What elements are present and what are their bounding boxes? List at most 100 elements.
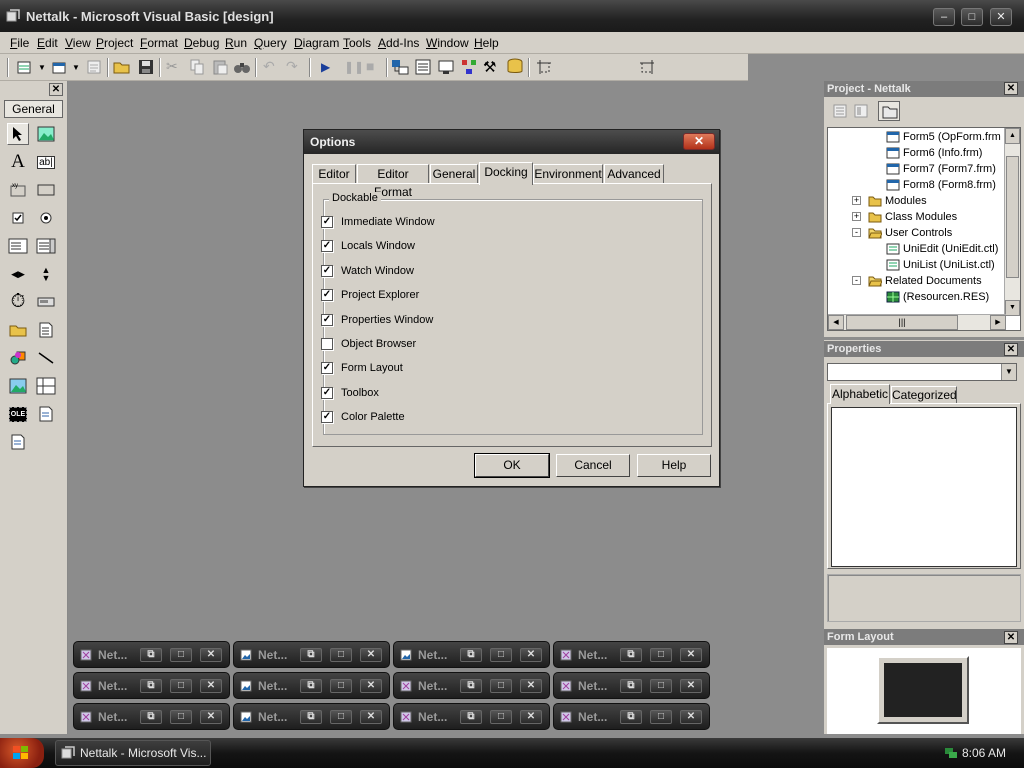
tree-node[interactable]: Form7 (Form7.frm) xyxy=(886,161,996,177)
close-button[interactable]: ✕ xyxy=(520,710,542,724)
maximize-button[interactable]: □ xyxy=(490,710,512,724)
commandbutton-icon[interactable] xyxy=(35,179,57,201)
restore-button[interactable]: ⧉ xyxy=(140,679,162,693)
paste-icon[interactable] xyxy=(211,58,229,76)
minimized-window[interactable]: Net... ⧉ □ ✕ xyxy=(73,703,230,730)
object-browser-icon[interactable] xyxy=(460,58,478,76)
restore-button[interactable]: ⧉ xyxy=(460,679,482,693)
close-button[interactable]: ✕ xyxy=(520,679,542,693)
maximize-button[interactable]: □ xyxy=(650,679,672,693)
restore-button[interactable]: ⧉ xyxy=(140,710,162,724)
timer-icon[interactable]: ⏱ xyxy=(7,291,29,313)
data-view-icon[interactable] xyxy=(506,58,524,76)
properties-window-icon[interactable] xyxy=(414,58,432,76)
vscrollbar-icon[interactable]: ▲ ▼ xyxy=(35,263,57,285)
combobox-icon[interactable] xyxy=(7,235,29,257)
close-button[interactable]: ✕ xyxy=(200,679,222,693)
menu-file[interactable]: File xyxy=(10,36,29,50)
restore-button[interactable]: ⧉ xyxy=(300,648,322,662)
tree-node[interactable]: Related Documents xyxy=(868,273,982,289)
shape-icon[interactable] xyxy=(7,347,29,369)
textbox-icon[interactable]: ab| xyxy=(35,151,57,173)
break-icon[interactable]: ❚❚ xyxy=(344,60,364,78)
tree-expander[interactable]: - xyxy=(852,228,861,237)
form-layout-panel-close-button[interactable]: ✕ xyxy=(1004,631,1018,644)
maximize-button[interactable]: □ xyxy=(170,648,192,662)
checkbox-checked[interactable]: ✓ xyxy=(321,362,333,375)
toolbox-icon[interactable]: ⚒ xyxy=(483,58,501,76)
tree-node[interactable]: Form8 (Form8.frm) xyxy=(886,177,996,193)
project-panel-close-button[interactable]: ✕ xyxy=(1004,82,1018,95)
help-button[interactable]: Help xyxy=(637,454,711,477)
close-button[interactable]: ✕ xyxy=(200,648,222,662)
restore-button[interactable]: ⧉ xyxy=(300,710,322,724)
maximize-button[interactable]: □ xyxy=(650,648,672,662)
redo-icon[interactable]: ↷ xyxy=(286,58,304,76)
save-project-icon[interactable] xyxy=(137,58,155,76)
tab-environment[interactable]: Environment xyxy=(533,164,603,184)
tree-expander[interactable]: - xyxy=(852,276,861,285)
restore-button[interactable]: ⧉ xyxy=(460,710,482,724)
checkbox-checked[interactable]: ✓ xyxy=(321,411,333,424)
restore-button[interactable]: ⧉ xyxy=(300,679,322,693)
tree-node[interactable]: User Controls xyxy=(868,225,952,241)
minimized-window[interactable]: Net... ⧉ □ ✕ xyxy=(233,641,390,668)
checkbox-checked[interactable]: ✓ xyxy=(321,313,333,326)
menu-debug[interactable]: Debug xyxy=(184,36,219,50)
add-form-icon[interactable] xyxy=(50,58,68,76)
close-button[interactable]: ✕ xyxy=(360,648,382,662)
tab-editor[interactable]: Editor xyxy=(312,164,356,184)
tree-node[interactable]: UniEdit (UniEdit.ctl) xyxy=(886,241,998,257)
menu-project[interactable]: Project xyxy=(96,36,133,50)
listbox-icon[interactable] xyxy=(35,235,57,257)
dirlistbox-icon[interactable] xyxy=(7,319,29,341)
close-button[interactable]: ✕ xyxy=(990,8,1012,26)
maximize-button[interactable]: □ xyxy=(170,710,192,724)
tree-expander[interactable]: + xyxy=(852,212,861,221)
add-project-icon[interactable] xyxy=(16,58,34,76)
tree-horizontal-scrollbar[interactable]: ◀ ||| ▶ xyxy=(828,314,1006,330)
menu-run[interactable]: Run xyxy=(225,36,247,50)
maximize-button[interactable]: □ xyxy=(330,679,352,693)
network-tray-icon[interactable] xyxy=(944,746,958,760)
minimized-window[interactable]: Net... ⧉ □ ✕ xyxy=(553,672,710,699)
checkbox-unchecked[interactable] xyxy=(321,338,333,350)
restore-button[interactable]: ⧉ xyxy=(140,648,162,662)
close-button[interactable]: ✕ xyxy=(520,648,542,662)
toolbox-close-button[interactable]: ✕ xyxy=(49,83,63,96)
start-button[interactable] xyxy=(0,738,44,768)
checkbox-checked[interactable]: ✓ xyxy=(321,289,333,302)
close-button[interactable]: ✕ xyxy=(360,679,382,693)
tree-vertical-scrollbar[interactable]: ▲ ▼ xyxy=(1004,128,1020,316)
checkbox-checked[interactable]: ✓ xyxy=(321,386,333,399)
end-icon[interactable]: ■ xyxy=(366,58,384,76)
close-button[interactable]: ✕ xyxy=(680,710,702,724)
restore-button[interactable]: ⧉ xyxy=(620,679,642,693)
close-button[interactable]: ✕ xyxy=(680,679,702,693)
view-object-icon[interactable] xyxy=(853,103,869,119)
custom-control-icon[interactable] xyxy=(35,403,57,425)
tree-node[interactable]: (Resourcen.RES) xyxy=(886,289,989,305)
project-explorer-icon[interactable] xyxy=(391,58,409,76)
find-icon[interactable] xyxy=(233,58,251,76)
menu-tools[interactable]: Tools xyxy=(343,36,371,50)
object-selector[interactable]: ▼ xyxy=(827,363,1017,381)
minimized-window[interactable]: Net... ⧉ □ ✕ xyxy=(393,641,550,668)
minimized-window[interactable]: Net... ⧉ □ ✕ xyxy=(233,672,390,699)
minimized-window[interactable]: Net... ⧉ □ ✕ xyxy=(393,672,550,699)
tree-node[interactable]: UniList (UniList.ctl) xyxy=(886,257,995,273)
cancel-button[interactable]: Cancel xyxy=(556,454,630,477)
minimized-window[interactable]: Net... ⧉ □ ✕ xyxy=(553,641,710,668)
hscrollbar-icon[interactable]: ◀▶ xyxy=(7,263,29,285)
drivelistbox-icon[interactable] xyxy=(35,291,57,313)
tab-general[interactable]: General xyxy=(430,164,478,184)
menu-edit[interactable]: Edit xyxy=(37,36,58,50)
tab-categorized[interactable]: Categorized xyxy=(891,386,957,404)
filelistbox-icon[interactable] xyxy=(35,319,57,341)
form-layout-icon[interactable] xyxy=(437,58,455,76)
maximize-button[interactable]: □ xyxy=(490,648,512,662)
view-code-icon[interactable] xyxy=(832,103,848,119)
toggle-folders-button[interactable] xyxy=(878,101,900,121)
minimized-window[interactable]: Net... ⧉ □ ✕ xyxy=(553,703,710,730)
ok-button[interactable]: OK xyxy=(474,453,550,478)
